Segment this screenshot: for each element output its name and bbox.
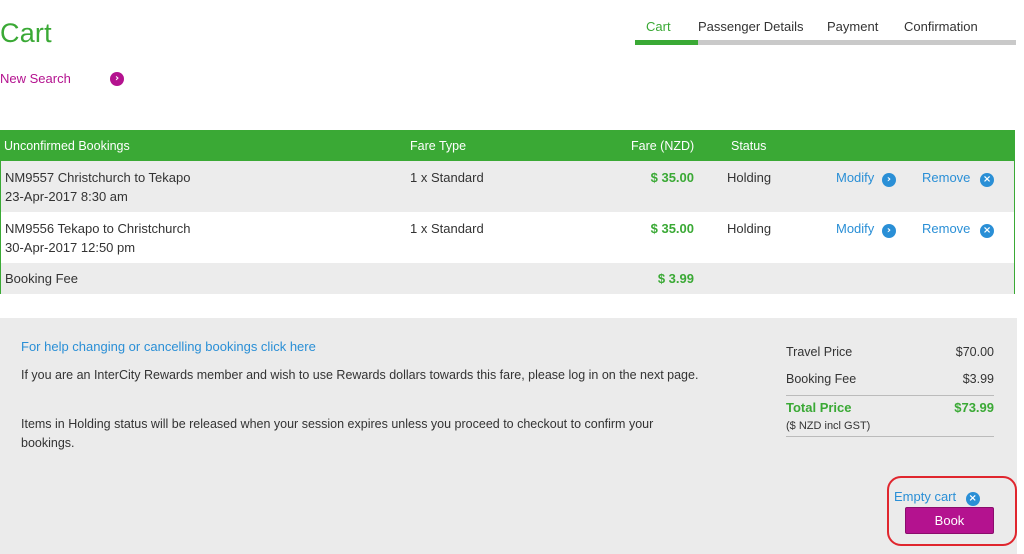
travel-price-value: $70.00 [955, 345, 994, 359]
arrow-right-icon: › [881, 224, 896, 238]
page-title: Cart [0, 18, 52, 48]
header-fare-type: Fare Type [410, 139, 467, 153]
remove-label: Remove [922, 170, 971, 185]
book-button[interactable]: Book [905, 507, 994, 534]
summary-booking-fee-label: Booking Fee [786, 372, 857, 386]
bookings-table: Unconfirmed Bookings Fare Type Fare (NZD… [0, 130, 1015, 294]
booking-route: NM9556 Tekapo to Christchurch [5, 221, 191, 236]
remove-button[interactable]: Remove × [922, 170, 995, 187]
step-confirmation: Confirmation [904, 19, 978, 34]
rewards-note: If you are an InterCity Rewards member a… [21, 368, 699, 382]
modify-label: Modify [836, 170, 875, 185]
booking-fee-row: Booking Fee $ 3.99 [1, 263, 1014, 294]
booking-fee-label: Booking Fee [5, 271, 78, 286]
header-status: Status [731, 139, 767, 153]
help-link[interactable]: For help changing or cancelling bookings… [21, 339, 316, 354]
table-row: NM9556 Tekapo to Christchurch 30-Apr-201… [1, 212, 1014, 263]
total-price-value: $73.99 [954, 400, 994, 415]
booking-status: Holding [727, 170, 772, 185]
booking-status: Holding [727, 221, 772, 236]
booking-fare: $ 35.00 [650, 170, 694, 185]
booking-fee-line: Booking Fee $3.99 [786, 372, 994, 388]
modify-label: Modify [836, 221, 875, 236]
step-bar-cart [635, 40, 698, 45]
booking-fare-type: 1 x Standard [410, 170, 484, 185]
close-icon: × [980, 224, 995, 238]
arrow-right-icon: › [881, 173, 896, 187]
remove-label: Remove [922, 221, 971, 236]
checkout-steps: Cart Passenger Details Payment Confirmat… [635, 19, 1016, 47]
arrow-right-icon[interactable]: › [110, 72, 124, 86]
header-fare: Fare (NZD) [631, 139, 695, 153]
currency-note: ($ NZD incl GST) [786, 420, 994, 434]
summary-divider [786, 395, 994, 396]
modify-button[interactable]: Modify › [836, 221, 896, 238]
booking-fare: $ 35.00 [650, 221, 694, 236]
empty-cart-label: Empty cart [894, 489, 957, 504]
booking-route: NM9557 Christchurch to Tekapo [5, 170, 191, 185]
holding-note: Items in Holding status will be released… [21, 417, 654, 450]
new-search-link[interactable]: New Search [0, 71, 71, 86]
step-cart: Cart [646, 19, 671, 34]
total-price-label: Total Price [786, 400, 852, 415]
travel-price-label: Travel Price [786, 345, 853, 359]
booking-fee-amount: $ 3.99 [657, 271, 694, 286]
booking-datetime: 30-Apr-2017 12:50 pm [5, 240, 136, 255]
close-icon: × [965, 492, 980, 506]
empty-cart-button[interactable]: Empty cart × [894, 489, 980, 506]
step-passenger-details: Passenger Details [698, 19, 804, 34]
booking-datetime: 23-Apr-2017 8:30 am [5, 189, 128, 204]
summary-booking-fee-value: $3.99 [962, 372, 994, 386]
booking-fare-type: 1 x Standard [410, 221, 484, 236]
close-icon: × [980, 173, 995, 187]
modify-button[interactable]: Modify › [836, 170, 896, 187]
summary-divider-bottom [786, 436, 994, 437]
total-price-line: Total Price $73.99 [786, 400, 994, 416]
step-bar-remaining [698, 40, 1016, 45]
header-unconfirmed-bookings: Unconfirmed Bookings [4, 139, 130, 153]
table-header: Unconfirmed Bookings Fare Type Fare (NZD… [1, 131, 1014, 161]
step-payment: Payment [827, 19, 879, 34]
travel-price-line: Travel Price $70.00 [786, 345, 994, 361]
remove-button[interactable]: Remove × [922, 221, 995, 238]
table-row: NM9557 Christchurch to Tekapo 23-Apr-201… [1, 161, 1014, 212]
currency-note-text: ($ NZD incl GST) [786, 420, 871, 432]
